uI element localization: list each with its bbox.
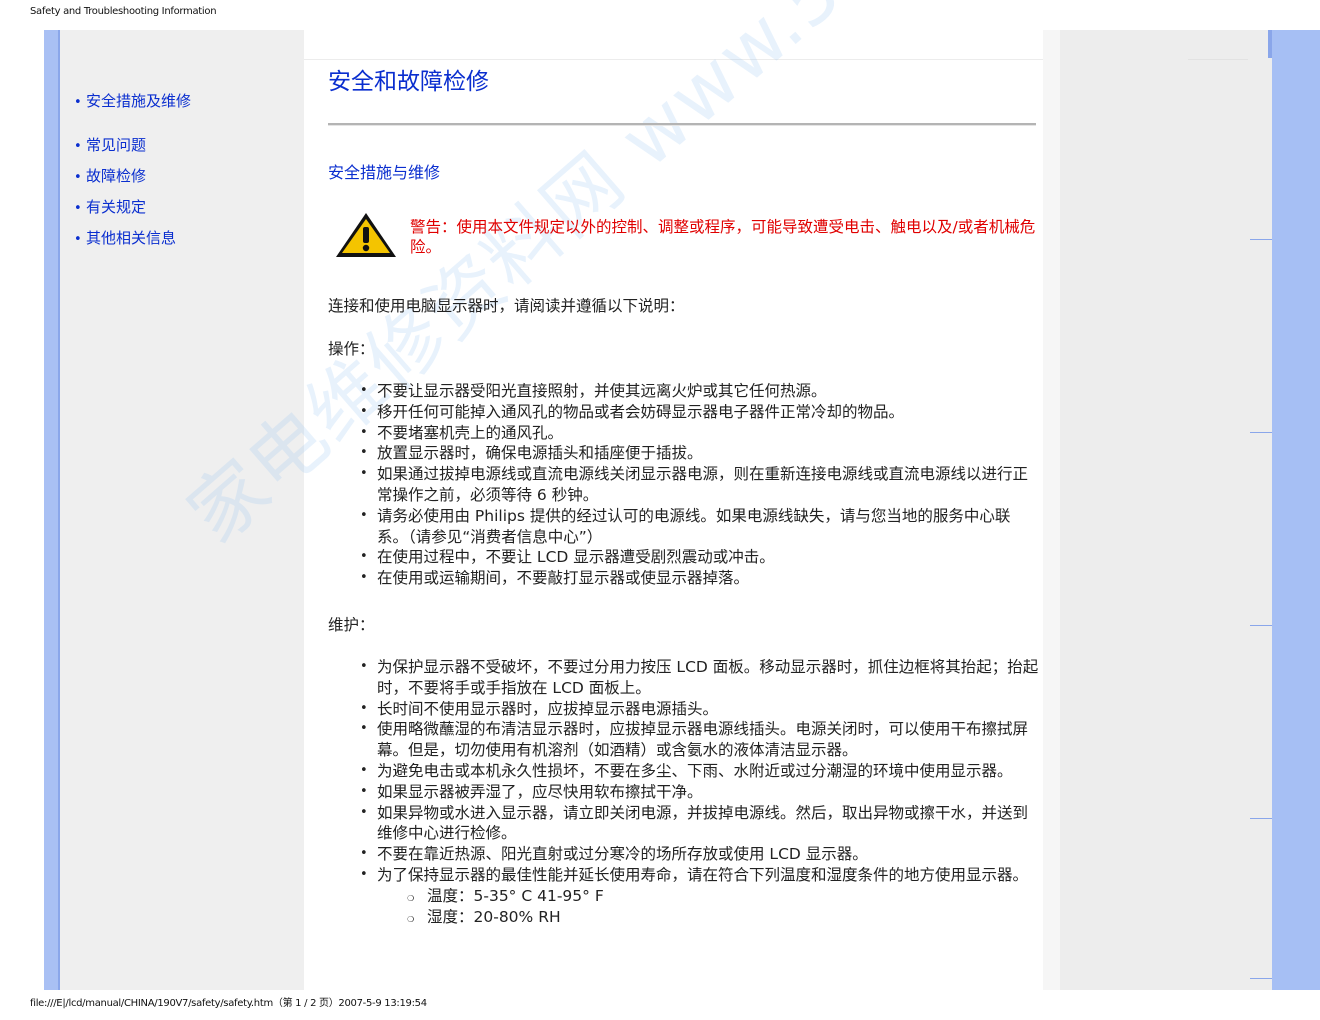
divider [304, 59, 1060, 60]
list-item: 移开任何可能掉入通风孔的物品或者会妨碍显示器电子器件正常冷却的物品。 [360, 402, 1040, 423]
print-header: Safety and Troubleshooting Information [30, 6, 217, 17]
condition-item: 湿度：20-80% RH [407, 907, 1040, 931]
list-item: 为避免电击或本机永久性损坏，不要在多尘、下雨、水附近或过分潮湿的环境中使用显示器… [360, 761, 1040, 782]
list-item-text: 为了保持显示器的最佳性能并延长使用寿命，请在符合下列温度和湿度条件的地方使用显示… [377, 865, 1029, 884]
divider [1188, 59, 1248, 60]
left-frame-strip [44, 30, 60, 990]
intro-text: 连接和使用电脑显示器时，请阅读并遵循以下说明： [328, 297, 685, 315]
list-item: 如果异物或水进入显示器，请立即关闭电源，并拔掉电源线。然后，取出异物或擦干水，并… [360, 803, 1040, 845]
list-item: 如果显示器被弄湿了，应尽快用软布擦拭干净。 [360, 782, 1040, 803]
conditions-list: 温度：5-35° C 41-95° F 湿度：20-80% RH [377, 886, 1040, 931]
list-item: 如果通过拔掉电源线或直流电源线关闭显示器电源，则在重新连接电源线或直流电源线以进… [360, 464, 1040, 506]
frame-tick [1250, 978, 1272, 979]
sidebar-nav: • 安全措施及维修 • 常见问题 • 故障检修 • 有关规定 • 其他相关信息 [60, 30, 304, 990]
operation-heading: 操作： [328, 340, 375, 358]
frame-tick [1250, 239, 1272, 240]
sidebar-item-label: 其他相关信息 [86, 229, 177, 247]
sidebar-item-faq[interactable]: • 常见问题 [74, 134, 146, 155]
maintenance-list: 为保护显示器不受破坏，不要过分用力按压 LCD 面板。移动显示器时，抓住边框将其… [360, 657, 1040, 931]
list-item: 在使用或运输期间，不要敲打显示器或使显示器掉落。 [360, 568, 1040, 589]
list-item: 使用略微蘸湿的布清洁显示器时，应拔掉显示器电源线插头。电源关闭时，可以使用干布擦… [360, 719, 1040, 761]
warning-triangle-icon [333, 210, 399, 260]
bullet-icon: • [74, 95, 82, 110]
frame-tick [1250, 625, 1272, 626]
sidebar-item-troubleshooting[interactable]: • 故障检修 [74, 165, 146, 186]
list-item: 不要堵塞机壳上的通风孔。 [360, 423, 1040, 444]
list-item: 为了保持显示器的最佳性能并延长使用寿命，请在符合下列温度和湿度条件的地方使用显示… [360, 865, 1040, 931]
title-divider [328, 123, 1036, 126]
frame-tick [1250, 432, 1272, 433]
list-item: 不要让显示器受阳光直接照射，并使其远离火炉或其它任何热源。 [360, 381, 1040, 402]
right-frame-strip [1250, 30, 1320, 990]
list-item: 为保护显示器不受破坏，不要过分用力按压 LCD 面板。移动显示器时，抓住边框将其… [360, 657, 1040, 699]
list-item: 请务必使用由 Philips 提供的经过认可的电源线。如果电源线缺失，请与您当地… [360, 506, 1040, 548]
sidebar-item-label: 故障检修 [86, 167, 147, 185]
sidebar-item-safety[interactable]: • 安全措施及维修 [74, 90, 191, 111]
frame-edge [1268, 30, 1272, 58]
list-item: 在使用过程中，不要让 LCD 显示器遭受剧烈震动或冲击。 [360, 547, 1040, 568]
print-footer: file:///E|/lcd/manual/CHINA/190V7/safety… [30, 998, 427, 1009]
section-title-link[interactable]: 安全措施与维修 [328, 159, 440, 183]
sidebar-item-label: 安全措施及维修 [86, 92, 192, 110]
scroll-gutter [1043, 30, 1060, 990]
right-panel [1060, 30, 1272, 990]
warning-text: 警告：使用本文件规定以外的控制、调整或程序，可能导致遭受电击、触电以及/或者机械… [410, 218, 1036, 256]
sidebar-item-other-info[interactable]: • 其他相关信息 [74, 227, 176, 248]
frame-tick [1250, 818, 1272, 819]
page-title: 安全和故障检修 [328, 69, 489, 95]
list-item: 放置显示器时，确保电源插头和插座便于插拔。 [360, 443, 1040, 464]
condition-item: 温度：5-35° C 41-95° F [407, 886, 1040, 910]
sidebar-item-label: 有关规定 [86, 198, 147, 216]
bullet-icon: • [74, 139, 82, 154]
maintenance-heading: 维护： [328, 616, 375, 634]
sidebar-item-regulatory[interactable]: • 有关规定 [74, 196, 146, 217]
bullet-icon: • [74, 170, 82, 185]
operation-list: 不要让显示器受阳光直接照射，并使其远离火炉或其它任何热源。 移开任何可能掉入通风… [360, 381, 1040, 589]
sidebar-item-label: 常见问题 [86, 136, 147, 154]
bullet-icon: • [74, 201, 82, 216]
bullet-icon: • [74, 232, 82, 247]
list-item: 长时间不使用显示器时，应拔掉显示器电源插头。 [360, 699, 1040, 720]
list-item: 不要在靠近热源、阳光直射或过分寒冷的场所存放或使用 LCD 显示器。 [360, 844, 1040, 865]
